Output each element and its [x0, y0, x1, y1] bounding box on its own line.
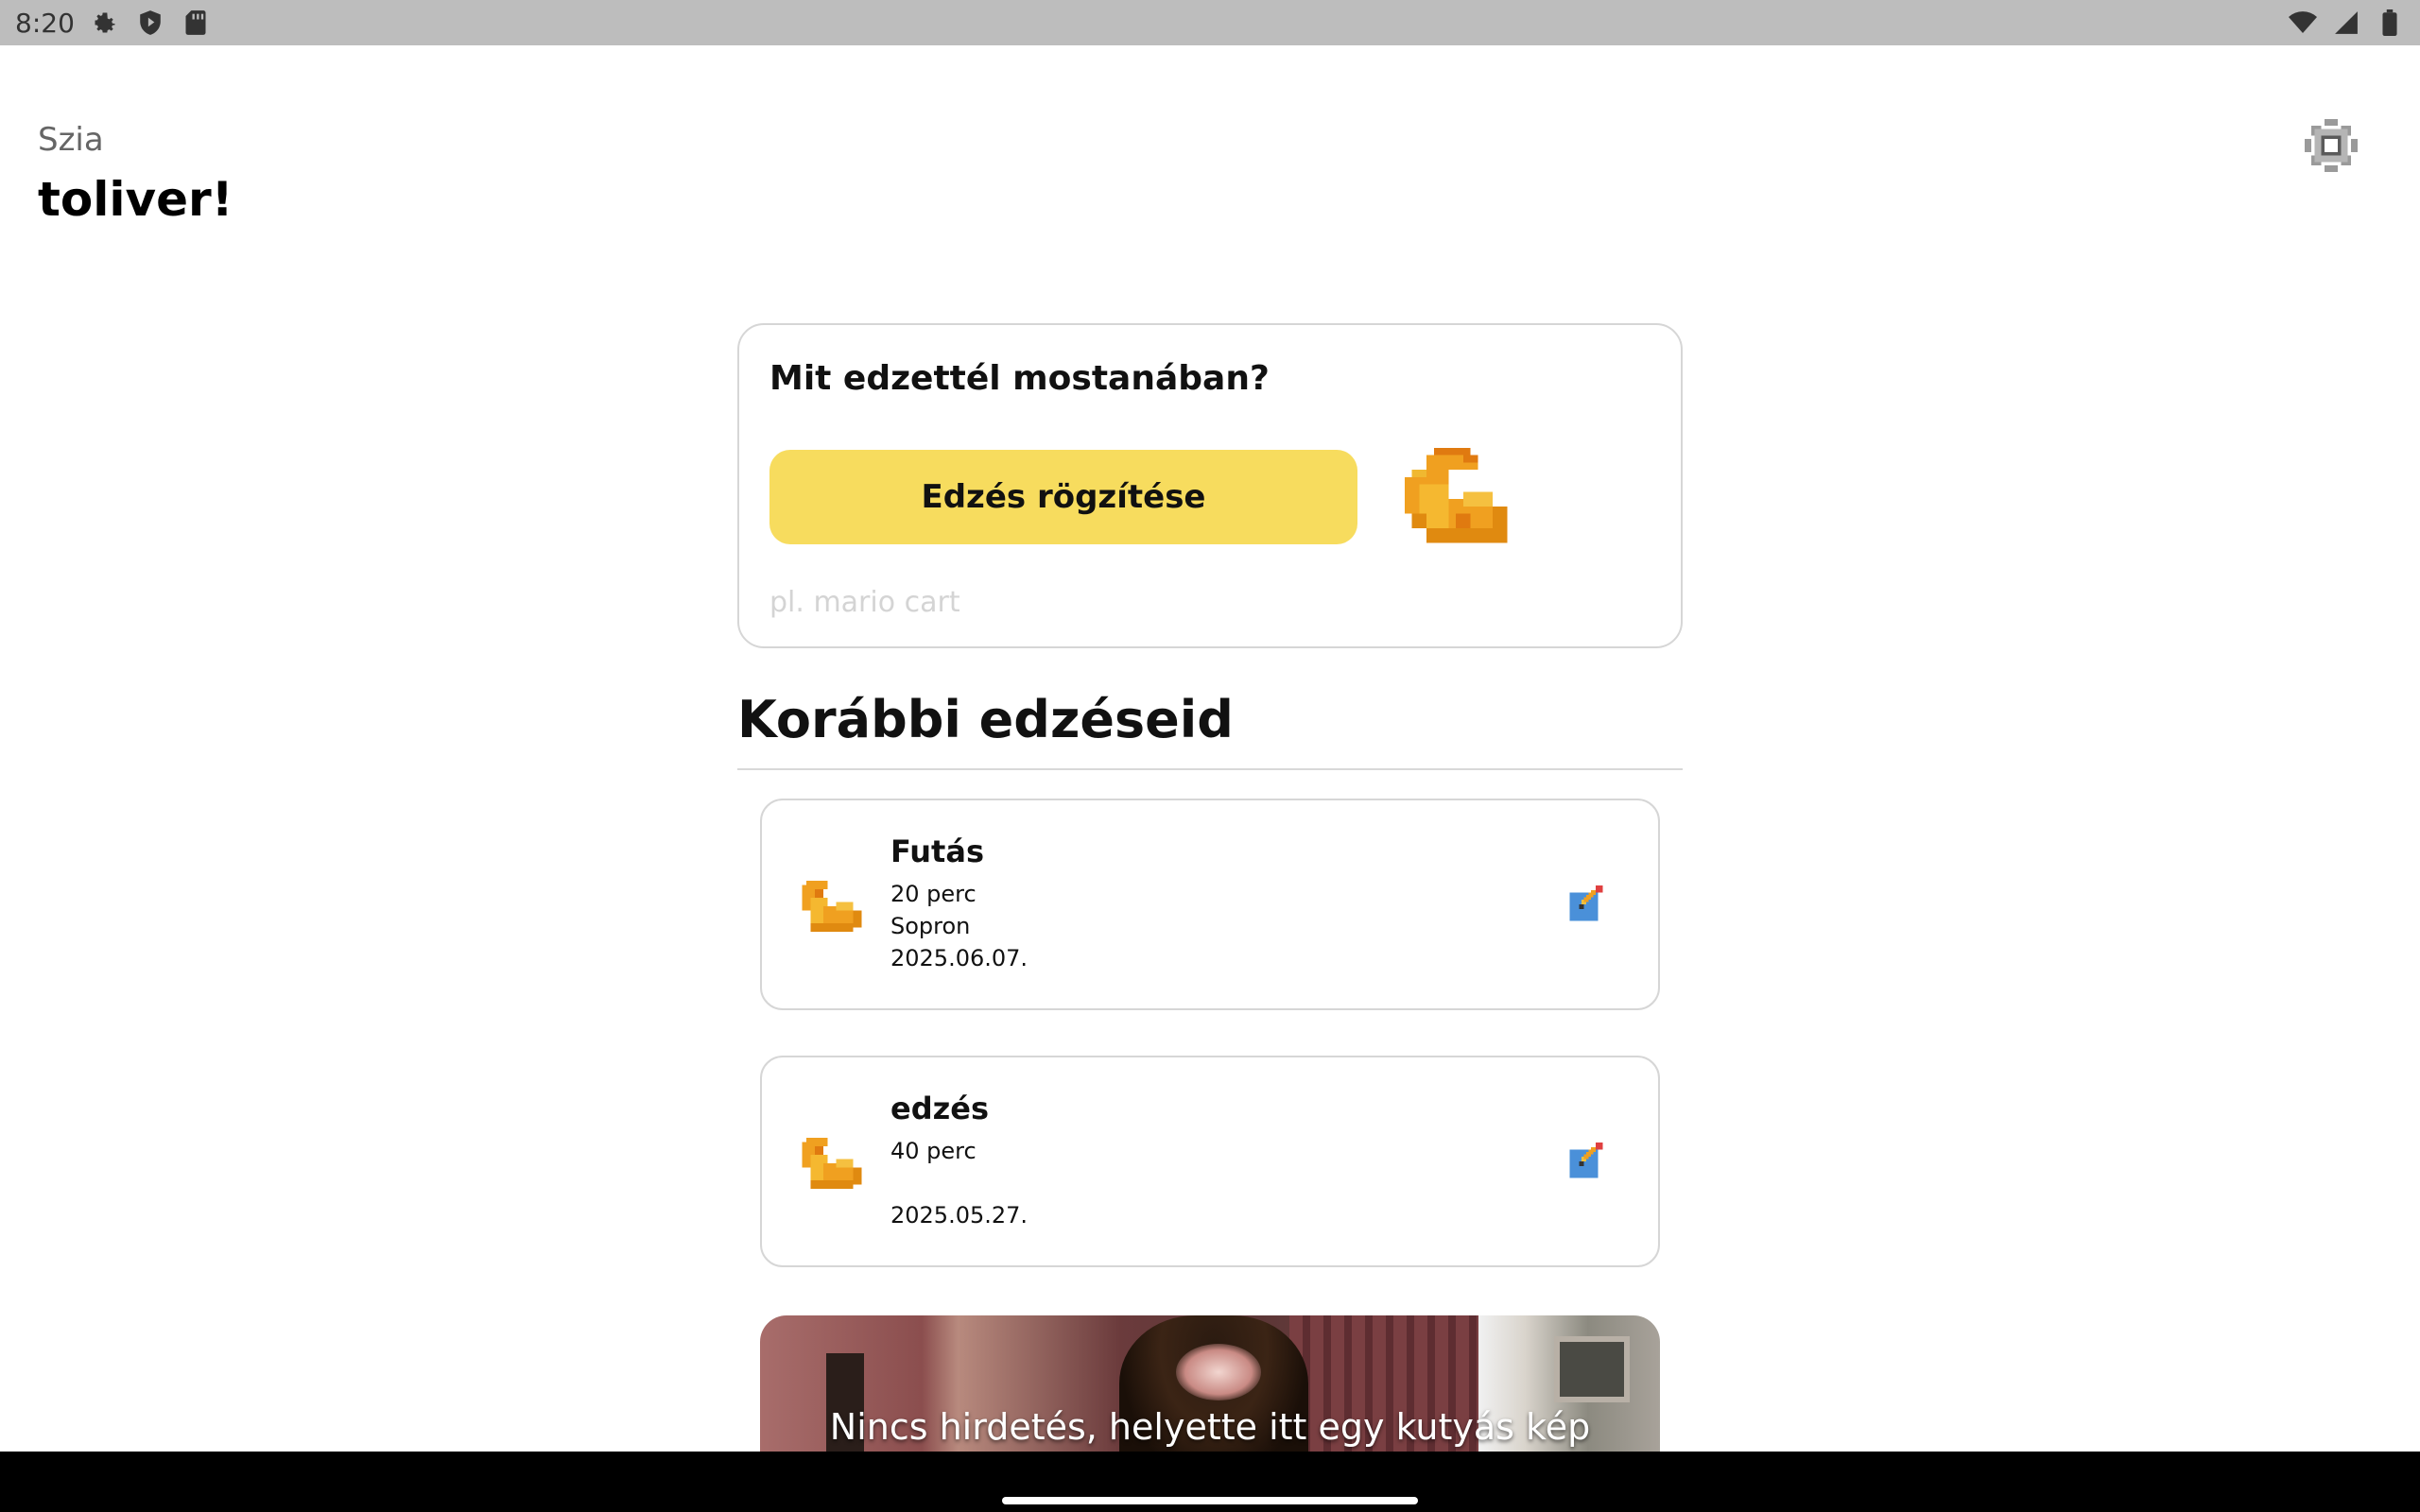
- gear-icon: [2305, 119, 2358, 172]
- workout-date: 2025.05.27.: [890, 1202, 1028, 1228]
- workout-list-item[interactable]: edzés 40 perc 2025.05.27.: [760, 1056, 1660, 1267]
- dog-photo-mouth: [1176, 1344, 1261, 1400]
- sd-card-icon: [181, 8, 211, 38]
- record-workout-card: Mit edzettél mostanában? Edzés rögzítése: [737, 323, 1683, 648]
- workout-location: [890, 1167, 1028, 1199]
- workout-duration: 20 perc: [890, 881, 977, 907]
- dog-photo-window: [1554, 1336, 1630, 1402]
- gear-icon: [90, 8, 120, 38]
- workout-name-input[interactable]: [769, 578, 1431, 626]
- history-title: Korábbi edzéseid: [737, 690, 1683, 770]
- flexed-biceps-icon: [802, 881, 862, 932]
- settings-button[interactable]: [2303, 117, 2360, 174]
- status-right: [2288, 8, 2405, 38]
- greeting: Szia toliver!: [38, 121, 233, 227]
- play-protect-icon: [135, 8, 165, 38]
- status-time: 8:20: [15, 7, 75, 39]
- username: toliver!: [38, 172, 233, 227]
- workout-details: edzés 40 perc 2025.05.27.: [890, 1090, 1028, 1231]
- flexed-biceps-icon: [802, 1138, 862, 1189]
- workout-location: Sopron: [890, 913, 971, 939]
- home-gesture-handle[interactable]: [1002, 1497, 1418, 1504]
- workout-details: Futás 20 perc Sopron 2025.06.07.: [890, 833, 1028, 974]
- status-bar: 8:20: [0, 0, 2420, 45]
- record-workout-button[interactable]: Edzés rögzítése: [769, 450, 1357, 544]
- workout-list-item[interactable]: Futás 20 perc Sopron 2025.06.07.: [760, 799, 1660, 1010]
- edit-pencil-icon[interactable]: [1567, 1143, 1605, 1180]
- workout-name: Futás: [890, 833, 984, 869]
- greeting-label: Szia: [38, 121, 104, 159]
- workout-name: edzés: [890, 1091, 989, 1126]
- edit-pencil-icon[interactable]: [1567, 885, 1605, 923]
- wifi-icon: [2288, 8, 2318, 38]
- record-title: Mit edzettél mostanában?: [769, 359, 1270, 398]
- workout-duration: 40 perc: [890, 1138, 977, 1164]
- flexed-biceps-icon: [1404, 447, 1508, 543]
- workout-date: 2025.06.07.: [890, 945, 1028, 971]
- battery-icon: [2375, 8, 2405, 38]
- main-content: Mit edzettél mostanában? Edzés rögzítése…: [737, 323, 1683, 1267]
- dog-picture-caption: Nincs hirdetés, helyette itt egy kutyás …: [829, 1406, 1591, 1448]
- status-left: 8:20: [15, 8, 211, 39]
- signal-icon: [2331, 8, 2361, 38]
